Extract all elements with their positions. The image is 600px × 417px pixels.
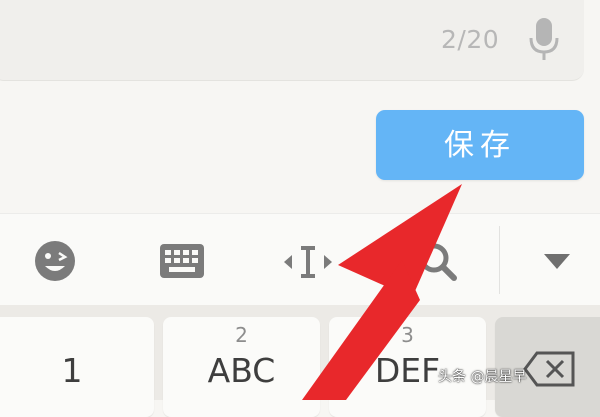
red-arrow-annotation	[302, 184, 462, 400]
watermark: 头条 @晨星早	[438, 369, 527, 385]
